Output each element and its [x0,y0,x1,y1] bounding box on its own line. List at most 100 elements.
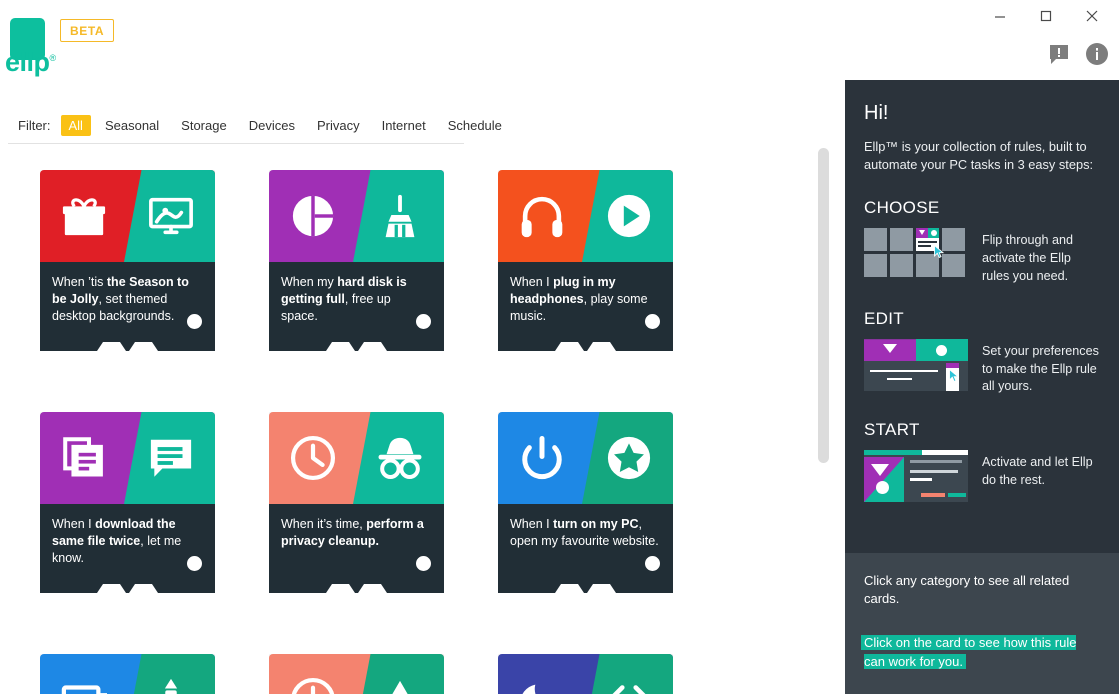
incognito-icon [377,435,423,481]
rule-card-body: When my hard disk is getting full, free … [269,262,444,351]
broom-icon [377,193,423,239]
headphones-icon [519,193,565,239]
rule-card-text: When my hard disk is getting full, free … [281,274,430,325]
usb-icon [148,677,194,694]
main-content: Filter: All Seasonal Storage Devices Pri… [0,80,845,694]
rule-card[interactable]: When I plug in my headphones, play some … [498,170,673,351]
filter-item-storage[interactable]: Storage [173,115,235,136]
moon-icon [519,677,565,694]
card-settings-sliders-with-cursor-icon [864,339,968,391]
disk-usage-pie-icon [290,193,336,239]
step-choose-desc: Flip through and activate the Ellp rules… [982,228,1100,285]
active-rule-progress-bar-icon [864,450,968,502]
beta-badge: BETA [60,19,114,42]
speech-bubble-alert-icon[interactable] [1047,42,1071,66]
rule-card[interactable]: When ’tis the Season to be Jolly, set th… [40,170,215,351]
filter-item-seasonal[interactable]: Seasonal [97,115,167,136]
rule-card-toggle[interactable] [645,556,660,571]
star-circle-icon [606,435,652,481]
rule-card-text: When I plug in my headphones, play some … [510,274,659,325]
rule-card[interactable]: When it’s time, perform a privacy cleanu… [269,412,444,593]
sidebar-intro: Hi! Ellp™ is your collection of rules, b… [845,80,1119,502]
rule-card-toggle[interactable] [187,314,202,329]
filter-item-internet[interactable]: Internet [374,115,434,136]
card-grid: When ’tis the Season to be Jolly, set th… [0,170,845,694]
help-sidebar: Hi! Ellp™ is your collection of rules, b… [845,80,1119,694]
duplicate-file-icon [61,435,107,481]
step-start: START [864,420,1100,502]
step-choose-title: CHOOSE [864,198,1100,218]
rule-card-icons [498,654,673,694]
mouse-cursor-icon [949,369,960,382]
rule-card-body: When it’s time, perform a privacy cleanu… [269,504,444,593]
filter-item-schedule[interactable]: Schedule [440,115,510,136]
filter-item-all[interactable]: All [61,115,91,136]
rule-card-icons [269,654,444,694]
filter-divider [8,143,464,144]
logo-text: ellp [5,47,50,77]
power-icon [519,435,565,481]
rule-card[interactable]: When I turn on my PC, open my favourite … [498,412,673,593]
rule-card[interactable] [269,654,444,694]
grid-of-cards-with-cursor-icon [864,228,968,280]
tip-card-highlighted: Click on the card to see how this rule c… [864,635,1076,669]
monitor-wallpaper-icon [148,193,194,239]
filter-item-devices[interactable]: Devices [241,115,303,136]
logo-trademark: ® [50,53,56,63]
alert-icon [377,677,423,694]
rule-card-icons [40,654,215,694]
mouse-cursor-icon [934,245,945,258]
window-controls [977,0,1115,32]
cards-scroll-area[interactable]: When ’tis the Season to be Jolly, set th… [0,170,845,694]
rule-card-body: When I turn on my PC, open my favourite … [498,504,673,593]
rule-card-toggle[interactable] [187,556,202,571]
title-bar: ellp® BETA [0,0,1119,80]
step-start-desc: Activate and let Ellp do the rest. [982,450,1100,489]
rule-card-text: When ’tis the Season to be Jolly, set th… [52,274,201,325]
rule-card-icons [40,170,215,262]
rule-card-icons [269,412,444,504]
code-icon [606,677,652,694]
logo-wordmark: ellp® [5,49,56,76]
rule-card-text: When it’s time, perform a privacy cleanu… [281,516,430,550]
tip-category: Click any category to see all related ca… [864,572,1100,608]
battery-icon [61,677,107,694]
rule-card-body: When ’tis the Season to be Jolly, set th… [40,262,215,351]
rule-card-toggle[interactable] [416,314,431,329]
sidebar-tips: Click any category to see all related ca… [845,553,1119,694]
scrollbar-track[interactable] [818,140,830,604]
rule-card-body: When I download the same file twice, let… [40,504,215,593]
scrollbar-thumb[interactable] [818,148,829,463]
maximize-button[interactable] [1023,1,1069,31]
rule-card-body: When I plug in my headphones, play some … [498,262,673,351]
gift-icon [61,193,107,239]
play-circle-icon [606,193,652,239]
rule-card[interactable] [40,654,215,694]
filter-label: Filter: [18,118,51,133]
rule-card-icons [40,412,215,504]
step-edit-desc: Set your preferences to make the Ellp ru… [982,339,1100,396]
sidebar-lead-text: Ellp™ is your collection of rules, built… [864,138,1100,174]
sidebar-greeting: Hi! [864,102,1100,125]
filter-bar: Filter: All Seasonal Storage Devices Pri… [0,107,845,143]
rule-card-toggle[interactable] [645,314,660,329]
clock-icon [290,677,336,694]
rule-card-text: When I turn on my PC, open my favourite … [510,516,659,550]
rule-card[interactable]: When I download the same file twice, let… [40,412,215,593]
rule-card[interactable] [498,654,673,694]
rule-card[interactable]: When my hard disk is getting full, free … [269,170,444,351]
step-edit-title: EDIT [864,309,1100,329]
minimize-button[interactable] [977,1,1023,31]
step-choose: CHOOSE [864,198,1100,285]
info-circle-icon[interactable] [1085,42,1109,66]
rule-card-toggle[interactable] [416,556,431,571]
rule-card-icons [269,170,444,262]
step-start-title: START [864,420,1100,440]
rule-card-icons [498,170,673,262]
filter-item-privacy[interactable]: Privacy [309,115,368,136]
close-button[interactable] [1069,1,1115,31]
rule-card-icons [498,412,673,504]
rule-card-text: When I download the same file twice, let… [52,516,201,567]
step-edit: EDIT Set your [864,309,1100,396]
top-icon-group [1047,42,1109,66]
